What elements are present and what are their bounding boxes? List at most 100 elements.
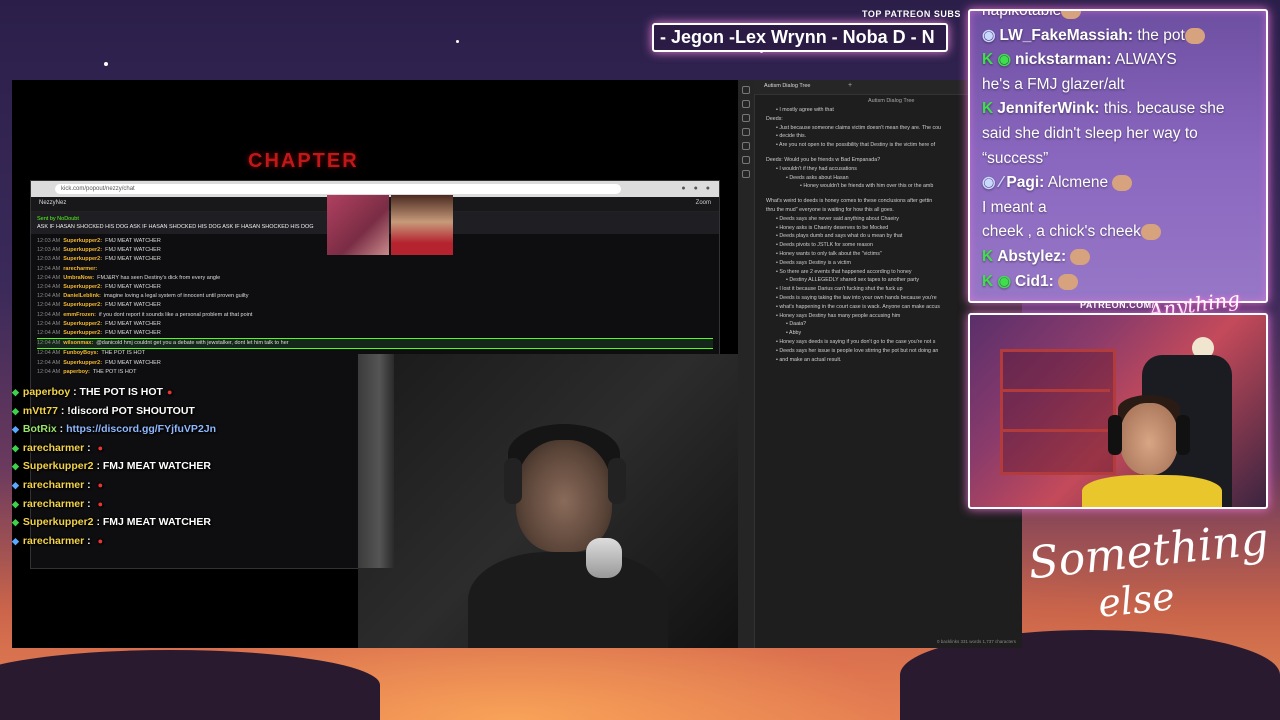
emote-icon xyxy=(1058,273,1079,290)
chat-message: Alcmene xyxy=(1044,174,1113,192)
chat-separator: : xyxy=(93,460,103,473)
note-text: Deeds asks about Hasan xyxy=(789,174,849,181)
chat-timestamp: 12:03 AM xyxy=(37,238,61,244)
command-icon[interactable] xyxy=(742,156,750,164)
chat-username[interactable]: Superkupper2: xyxy=(63,238,102,244)
shelf-board xyxy=(1000,429,1110,432)
diamond-icon: ◆ xyxy=(12,442,19,453)
chat-message: FMJ MEAT WATCHER xyxy=(102,460,211,473)
game-title: CHAPTER xyxy=(248,150,359,172)
chat-username[interactable]: Superkupper2: xyxy=(63,256,102,262)
chat-username: rarecharmer xyxy=(22,478,85,491)
chat-message: cheek , a chick's cheek xyxy=(982,223,1141,241)
table-row: 12:04 AM Superkupper2: FMJ MEAT WATCHER xyxy=(37,329,713,338)
streamer-webcam xyxy=(968,313,1268,509)
chat-username[interactable]: UmbraNow: xyxy=(63,275,94,281)
chat-username: rarecharmer xyxy=(22,497,85,510)
list-item: ◆ Superkupper2 : FMJ MEAT WATCHER xyxy=(12,516,372,535)
mountain-silhouette xyxy=(0,650,380,720)
chat-username: Superkupper2 xyxy=(22,460,94,473)
chat-message: hapikotable xyxy=(982,9,1062,19)
chat-username[interactable]: Superkupper2: xyxy=(63,284,102,290)
chat-username[interactable]: Superkupper2: xyxy=(63,247,102,253)
note-text: Are you not open to the possibility that… xyxy=(779,142,936,149)
note-text: Deeds says she never said anything about… xyxy=(779,215,899,222)
notes-status-bar: 0 backlinks 331 words 1,737 characters xyxy=(936,639,1016,644)
emote-icon xyxy=(1061,11,1082,19)
chat-username[interactable]: wilsonmax: xyxy=(63,340,93,346)
chat-timestamp: 12:04 AM xyxy=(37,330,61,337)
chat-message: !discord POT SHOUTOUT xyxy=(67,404,195,417)
list-item: ◆ Superkupper2 : FMJ MEAT WATCHER xyxy=(12,460,372,479)
chat-separator: : xyxy=(57,404,68,417)
diamond-icon: ◆ xyxy=(12,479,19,490)
list-item: ◆ BotRix : https://discord.gg/FYjfuVP2Jn xyxy=(12,423,372,442)
badge-icon: ◉ xyxy=(982,26,996,44)
chat-username[interactable]: FunboyBoys: xyxy=(63,350,98,356)
chat-message: @danicold hmj couldnt get you a debate w… xyxy=(96,340,289,347)
chat-message: FMJ MEAT WATCHER xyxy=(105,330,161,337)
table-row: 12:04 AM emmFrozen: if you dont report it … xyxy=(37,311,713,320)
list-item: he's a FMJ glazer/alt xyxy=(982,73,1256,97)
note-text: So there are 2 events that happened acco… xyxy=(779,268,912,275)
chat-message: imagine loving a legal system of innocen… xyxy=(103,293,249,300)
chat-timestamp: 12:04 AM xyxy=(37,284,61,291)
chat-link[interactable]: https://discord.gg/FYjfuVP2Jn xyxy=(66,423,216,435)
browser-url-bar[interactable]: kick.com/popout/nezzy/chat xyxy=(55,184,621,194)
chat-message: THE POT IS HOT xyxy=(92,368,137,375)
kick-channel-name: NezzyNez xyxy=(39,200,67,206)
note-text: Abby xyxy=(789,330,802,337)
list-item: ◉ LW_FakeMassiah: the pot xyxy=(982,24,1256,48)
chat-username: Abstylez: xyxy=(997,248,1067,265)
note-text: Deeds plays dumb and says what do u mean… xyxy=(779,233,903,240)
list-item: hapikotable xyxy=(982,9,1256,23)
calendar-icon[interactable] xyxy=(742,142,750,150)
emote-icon xyxy=(1184,27,1205,44)
files-icon[interactable] xyxy=(742,86,750,94)
microphone-icon xyxy=(586,538,622,578)
chat-username[interactable]: Superkupper2: xyxy=(63,360,102,366)
bookmark-icon[interactable] xyxy=(742,114,750,122)
patreon-ticker: - Jegon -Lex Wrynn - Noba D - N xyxy=(652,23,948,52)
chat-username[interactable]: paperboy: xyxy=(63,369,90,375)
note-title: Autism Dialog Tree xyxy=(868,98,915,104)
note-text: Honey says deeds is saying if you don't … xyxy=(779,338,936,345)
streamer-shirt xyxy=(1082,475,1222,507)
note-text: Just because someone claims victim doesn… xyxy=(779,124,941,131)
list-item: K ◉ nickstarman: ALWAYS xyxy=(982,48,1256,72)
tab-autism-dialog-tree[interactable]: Autism Dialog Tree xyxy=(764,83,810,89)
chat-username[interactable]: Superkupper2: xyxy=(63,302,102,308)
browser-controls-icon[interactable]: ● ● ● xyxy=(681,185,713,192)
chat-username: rarecharmer xyxy=(22,441,85,454)
overlay-chat: ◆ paperboy : THE POT IS HOT ● ◆ mVtt77 : !di… xyxy=(12,386,372,553)
list-item: ◆ mVtt77 : !discord POT SHOUTOUT xyxy=(12,405,372,424)
chat-username: Superkupper2 xyxy=(22,516,94,529)
chat-username[interactable]: Superkupper2: xyxy=(63,321,102,327)
note-text: What's weird to deeds is honey comes to … xyxy=(766,198,933,205)
chat-message: FMJ MEAT WATCHER xyxy=(105,256,161,263)
new-tab-icon[interactable]: + xyxy=(848,82,852,89)
zoom-button[interactable]: Zoom xyxy=(696,200,711,206)
chat-message: FMJ MEAT WATCHER xyxy=(102,516,211,529)
chat-timestamp: 12:04 AM xyxy=(37,311,61,318)
search-icon[interactable] xyxy=(742,100,750,108)
chat-message: if you dont report it sounds like a pers… xyxy=(98,311,253,318)
note-text: Deeds is saying taking the law into your… xyxy=(779,294,937,301)
send-icon[interactable] xyxy=(742,170,750,178)
note-text: Honey wouldn't be friends with him over … xyxy=(803,183,934,190)
list-item: said she didn't sleep her way to xyxy=(982,122,1256,146)
emote-icon xyxy=(1070,248,1091,265)
chat-username[interactable]: DanielLeblink: xyxy=(63,293,101,299)
graph-icon[interactable] xyxy=(742,128,750,136)
emote-icon: ● xyxy=(97,498,103,509)
chat-username[interactable]: Superkupper2: xyxy=(63,330,102,336)
chat-username[interactable]: emmFrozen: xyxy=(63,312,96,318)
badge-icon: K ◉ xyxy=(982,51,1012,69)
table-row: 12:04 AM UmbraNow: FMJ&RY has seen Destiny… xyxy=(37,274,713,283)
chat-message: this. because she xyxy=(1099,100,1225,118)
chat-username[interactable]: rarecharmer: xyxy=(63,266,97,272)
chat-message: “success” xyxy=(982,149,1049,167)
table-row: 12:04 AM wilsonmax: @danicold hmj couldnt … xyxy=(37,338,713,350)
list-item: K JenniferWink: this. because she xyxy=(982,97,1256,121)
top-patreon-label: TOP PATREON SUBS xyxy=(862,9,961,19)
